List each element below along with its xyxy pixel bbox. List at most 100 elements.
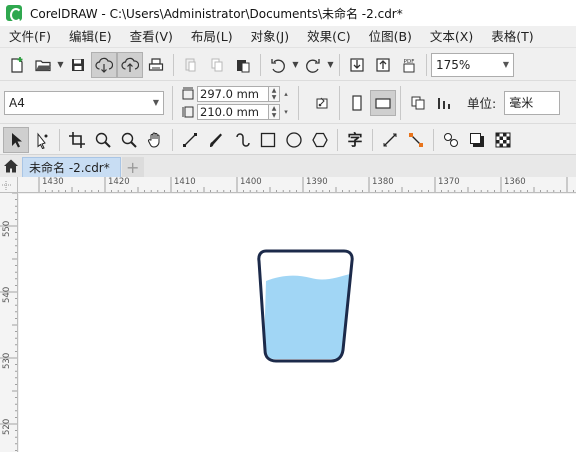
undo-dropdown-icon[interactable]: ▼ — [291, 52, 300, 78]
menu-file[interactable]: 文件(F) — [0, 26, 60, 48]
page-height-dropdown-icon[interactable]: ▾ — [280, 104, 292, 120]
ellipse-tool-icon[interactable] — [281, 127, 307, 153]
ruler-label: 520 — [2, 418, 12, 435]
page-width-spinner[interactable]: ▲ ▼ — [269, 85, 280, 102]
ruler-label: 550 — [2, 220, 12, 237]
page-options-icon[interactable] — [309, 90, 335, 116]
save-icon[interactable] — [65, 52, 91, 78]
toolbar-separator — [400, 85, 401, 120]
open-dropdown-icon[interactable]: ▼ — [56, 52, 65, 78]
ruler-label: 530 — [2, 352, 12, 369]
redo-dropdown-icon[interactable]: ▼ — [326, 52, 335, 78]
dimension-tool-icon[interactable] — [377, 127, 403, 153]
units-select[interactable]: 毫米 — [504, 90, 561, 115]
page-height-input[interactable]: 210.0 mm — [197, 103, 269, 120]
toolbar-separator — [426, 53, 427, 76]
bezier-tool-icon[interactable] — [177, 127, 203, 153]
all-pages-icon[interactable] — [405, 90, 431, 116]
paste-icon[interactable] — [230, 52, 256, 78]
chevron-down-icon: ▼ — [502, 60, 509, 69]
units-label: 单位: — [467, 96, 497, 111]
menu-effects[interactable]: 效果(C) — [298, 26, 359, 48]
width-icon — [182, 87, 194, 99]
zoom-level-select[interactable]: 175% ▼ — [431, 52, 514, 77]
zoom-level-value: 175% — [436, 57, 471, 72]
page-width-input[interactable]: 297.0 mm — [197, 85, 269, 102]
menu-bar: 文件(F) 编辑(E) 查看(V) 布局(L) 对象(J) 效果(C) 位图(B… — [0, 26, 576, 48]
toolbar-separator — [172, 128, 173, 151]
current-page-icon[interactable] — [431, 90, 457, 116]
import-icon[interactable] — [344, 52, 370, 78]
curve-tool-icon[interactable] — [229, 127, 255, 153]
page-width-dropdown-icon[interactable]: ▴ — [280, 86, 292, 102]
transparency-tool-icon[interactable] — [490, 127, 516, 153]
page-size-select[interactable]: A4 ▼ — [4, 90, 164, 115]
open-folder-icon[interactable] — [30, 52, 56, 78]
ruler-label: 1410 — [174, 177, 196, 187]
ruler-label: 1380 — [372, 177, 394, 187]
zoom-out-tool-icon[interactable] — [116, 127, 142, 153]
drop-shadow-tool-icon[interactable] — [464, 127, 490, 153]
menu-text[interactable]: 文本(X) — [421, 26, 482, 48]
export-icon[interactable] — [370, 52, 396, 78]
svg-text:PDF: PDF — [404, 59, 415, 65]
publish-pdf-icon[interactable]: PDF — [396, 52, 422, 78]
text-tool-icon[interactable]: 字 — [342, 127, 368, 153]
document-tab-bar: 未命名 -2.cdr* + — [0, 155, 576, 177]
document-tab-active[interactable]: 未命名 -2.cdr* — [22, 157, 121, 177]
new-document-icon[interactable] — [4, 52, 30, 78]
ruler-label: 540 — [2, 286, 12, 303]
home-icon[interactable] — [0, 155, 22, 177]
add-document-tab-button[interactable]: + — [121, 157, 144, 177]
pick-tool-icon[interactable] — [3, 126, 29, 153]
water-fill[interactable] — [264, 274, 350, 359]
portrait-icon[interactable] — [344, 90, 370, 116]
toolbar-separator — [260, 53, 261, 76]
connector-tool-icon[interactable] — [403, 127, 429, 153]
cloud-download-icon[interactable] — [91, 51, 117, 78]
landscape-icon[interactable] — [370, 89, 396, 116]
horizontal-ruler-ticks — [38, 177, 574, 192]
ruler-label: 1420 — [108, 177, 130, 187]
window-title: CorelDRAW - C:\Users\Administrator\Docum… — [30, 6, 403, 21]
drawing-content — [257, 249, 354, 363]
horizontal-ruler[interactable]: 1430 1420 1410 1400 1390 1380 1370 1360 — [18, 177, 576, 193]
crop-tool-icon[interactable] — [64, 127, 90, 153]
rectangle-tool-icon[interactable] — [255, 127, 281, 153]
toolbar-separator — [433, 128, 434, 151]
height-icon — [182, 106, 194, 117]
zoom-tool-icon[interactable] — [90, 127, 116, 153]
artistic-media-icon[interactable] — [203, 127, 229, 153]
print-icon[interactable] — [143, 52, 169, 78]
page-height-spinner[interactable]: ▲ ▼ — [269, 103, 280, 120]
page-size-value: A4 — [9, 95, 25, 110]
menu-view[interactable]: 查看(V) — [121, 26, 182, 48]
ruler-label: 1360 — [504, 177, 526, 187]
menu-object[interactable]: 对象(J) — [242, 26, 298, 48]
title-bar: CorelDRAW - C:\Users\Administrator\Docum… — [0, 0, 576, 26]
undo-icon[interactable] — [265, 52, 291, 78]
menu-bitmaps[interactable]: 位图(B) — [360, 26, 421, 48]
copy-icon[interactable] — [204, 52, 230, 78]
blend-tool-icon[interactable] — [438, 127, 464, 153]
toolbar-separator — [339, 53, 340, 76]
units-value: 毫米 — [509, 96, 534, 110]
cut-icon[interactable] — [178, 52, 204, 78]
cloud-upload-icon[interactable] — [117, 51, 143, 78]
property-bar: A4 ▼ 297.0 mm ▲ ▼ ▴ 210.0 mm ▲ ▼ ▾ 单位: 毫米 — [0, 82, 576, 124]
glass-of-water-drawing[interactable] — [257, 249, 354, 363]
menu-edit[interactable]: 编辑(E) — [60, 26, 121, 48]
toolbar-separator — [172, 85, 173, 120]
pan-tool-icon[interactable] — [142, 127, 168, 153]
ruler-origin-corner[interactable] — [0, 177, 18, 193]
shape-tool-icon[interactable] — [29, 127, 55, 153]
vertical-ruler[interactable]: 550 540 530 520 — [0, 193, 18, 452]
page-dimensions: 297.0 mm ▲ ▼ ▴ 210.0 mm ▲ ▼ ▾ — [181, 85, 292, 120]
menu-table[interactable]: 表格(T) — [482, 26, 542, 48]
polygon-tool-icon[interactable] — [307, 127, 333, 153]
drawing-canvas[interactable] — [19, 194, 576, 452]
text-tool-glyph: 字 — [347, 131, 363, 149]
redo-icon[interactable] — [300, 52, 326, 78]
ruler-label: 1370 — [438, 177, 460, 187]
menu-layout[interactable]: 布局(L) — [182, 26, 242, 48]
